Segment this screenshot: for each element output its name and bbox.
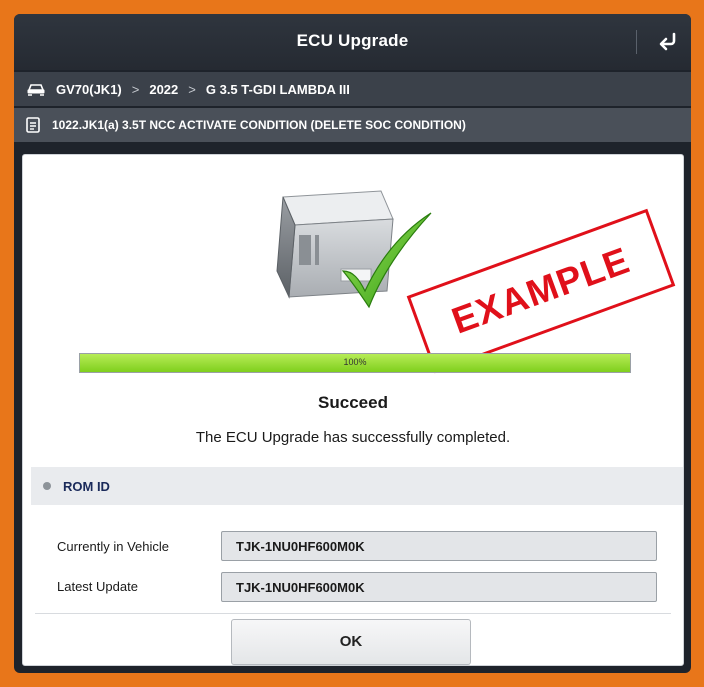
breadcrumb-engine[interactable]: G 3.5 T-GDI LAMBDA III [206, 82, 350, 97]
breadcrumb-separator: > [188, 81, 196, 97]
rom-id-title: ROM ID [63, 478, 110, 494]
breadcrumb-separator: > [131, 81, 140, 97]
divider [35, 613, 671, 614]
current-rom-label: Currently in Vehicle [57, 539, 169, 554]
progress-percent: 100% [343, 357, 367, 367]
breadcrumb: GV70(JK1) > 2022 > G 3.5 T-GDI LAMBDA II… [14, 72, 691, 106]
procedure-bar: 1022.JK1(a) 3.5T NCC ACTIVATE CONDITION … [14, 108, 691, 142]
latest-rom-label: Latest Update [57, 579, 138, 594]
upgrade-progress-bar: 100% [79, 353, 631, 373]
result-status: Succeed [318, 393, 388, 412]
app-window: ECU Upgrade GV70(JK1) > 2022 > G 3.5 T-G… [14, 14, 691, 673]
breadcrumb-year[interactable]: 2022 [149, 82, 178, 97]
current-rom-value: TJK-1NU0HF600M0K [221, 531, 657, 561]
rom-id-section-header: ROM ID [31, 467, 683, 505]
result-panel: EXAMPLE 100% Succeed The ECU Upgrade has… [22, 154, 684, 666]
document-icon [26, 117, 40, 133]
title-bar: ECU Upgrade [14, 14, 691, 70]
procedure-title: 1022.JK1(a) 3.5T NCC ACTIVATE CONDITION … [52, 118, 466, 132]
window-title: ECU Upgrade [296, 31, 409, 50]
latest-rom-value: TJK-1NU0HF600M0K [221, 572, 657, 602]
car-icon [27, 84, 45, 96]
ok-button[interactable]: OK [231, 619, 471, 665]
result-message: The ECU Upgrade has successfully complet… [195, 429, 511, 446]
breadcrumb-vehicle[interactable]: GV70(JK1) [56, 82, 122, 97]
return-arrow-icon[interactable] [654, 28, 682, 56]
section-bullet-icon [43, 482, 51, 490]
title-divider [636, 30, 637, 54]
